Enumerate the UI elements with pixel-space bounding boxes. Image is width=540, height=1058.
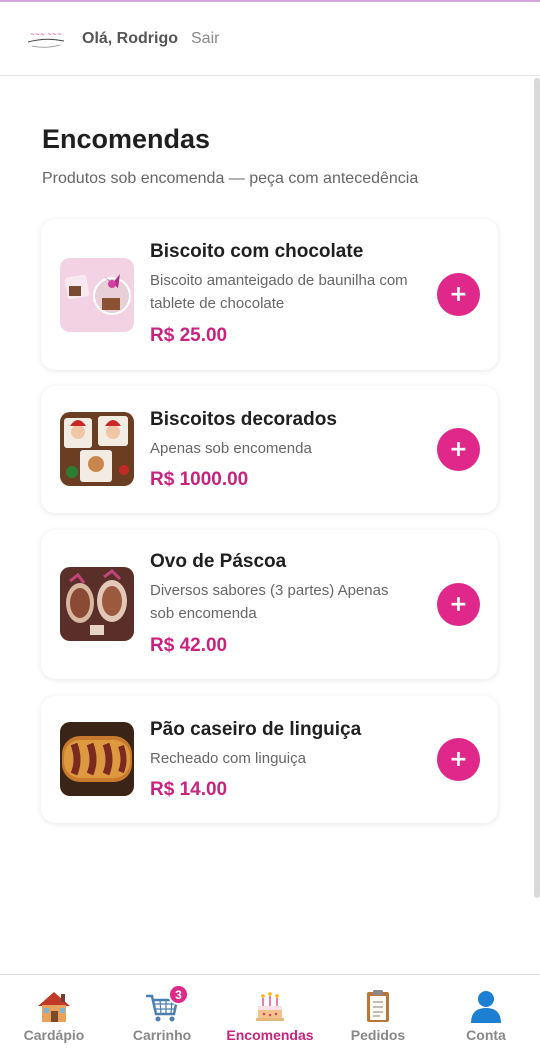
product-image <box>60 567 134 641</box>
product-description: Diversos sabores (3 partes) Apenas sob e… <box>150 582 389 622</box>
product-description: Biscoito amanteigado de baunilha com tab… <box>150 272 408 312</box>
nav-item-carrinho[interactable]: 3 Carrinho <box>108 975 216 1058</box>
bakery-logo[interactable]: ~~~ ~~~ <box>22 27 70 51</box>
page-title: Encomendas <box>42 124 211 154</box>
nav-label: Cardápio <box>23 1027 85 1043</box>
product-price: R$ 25.00 <box>150 325 228 346</box>
add-to-cart-button[interactable]: + <box>437 583 480 626</box>
nav-label: Conta <box>466 1027 506 1043</box>
cake-icon <box>250 988 290 1024</box>
user-icon <box>466 988 506 1024</box>
house-icon <box>34 988 74 1024</box>
product-name: Pão caseiro de linguiça <box>150 719 362 740</box>
nav-item-conta[interactable]: Conta <box>432 975 540 1058</box>
user-greeting: Olá, Rodrigo <box>82 29 178 47</box>
product-card: Ovo de Páscoa Diversos sabores (3 partes… <box>41 530 498 679</box>
scrollbar[interactable] <box>534 78 540 898</box>
product-image <box>60 258 134 332</box>
cart-count-badge: 3 <box>168 984 189 1005</box>
logout-link[interactable]: Sair <box>191 30 219 48</box>
add-to-cart-button[interactable]: + <box>437 428 480 471</box>
product-description: Apenas sob encomenda <box>150 440 312 457</box>
svg-text:~~~ ~~~: ~~~ ~~~ <box>30 31 62 38</box>
nav-item-cardapio[interactable]: Cardápio <box>0 975 108 1058</box>
product-name: Biscoito com chocolate <box>150 241 364 262</box>
product-price: R$ 42.00 <box>150 635 228 656</box>
bottom-navigation: Cardápio 3 Carrinho Encomendas Pedidos C… <box>0 974 540 1058</box>
product-price: R$ 1000.00 <box>150 469 249 490</box>
product-image <box>60 722 134 796</box>
product-name: Ovo de Páscoa <box>150 551 287 572</box>
product-card: Biscoitos decorados Apenas sob encomenda… <box>41 386 498 513</box>
clipboard-icon <box>358 988 398 1024</box>
nav-label: Encomendas <box>226 1027 314 1043</box>
add-to-cart-button[interactable]: + <box>437 738 480 781</box>
nav-label: Carrinho <box>132 1027 192 1043</box>
app-header: ~~~ ~~~ Olá, Rodrigo Sair <box>0 2 540 76</box>
nav-label: Pedidos <box>350 1027 406 1043</box>
product-name: Biscoitos decorados <box>150 409 337 430</box>
add-to-cart-button[interactable]: + <box>437 273 480 316</box>
nav-item-pedidos[interactable]: Pedidos <box>324 975 432 1058</box>
product-card: Biscoito com chocolate Biscoito amanteig… <box>41 219 498 370</box>
nav-item-encomendas[interactable]: Encomendas <box>216 975 324 1058</box>
page-subtitle: Produtos sob encomenda — peça com antece… <box>42 170 419 187</box>
product-image <box>60 412 134 486</box>
product-description: Recheado com linguiça <box>150 750 306 767</box>
product-card: Pão caseiro de linguiça Recheado com lin… <box>41 696 498 823</box>
product-price: R$ 14.00 <box>150 779 228 800</box>
